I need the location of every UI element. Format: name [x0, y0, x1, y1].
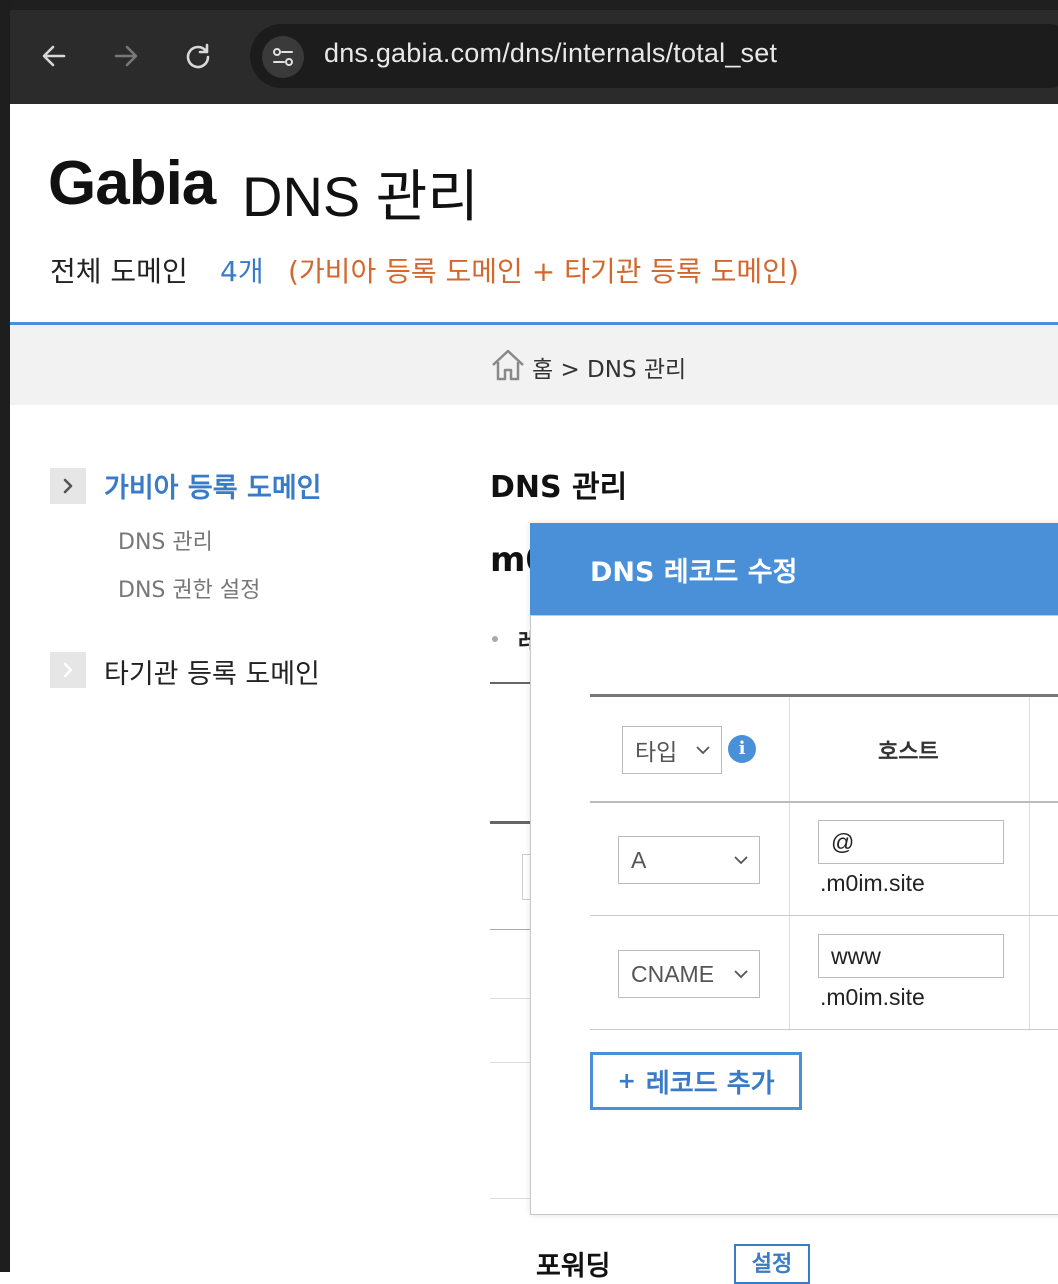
sidebar-group-other[interactable]: 타기관 등록 도메인 [104, 652, 320, 691]
table-row-divider [590, 801, 1058, 803]
table-row-divider [590, 915, 1058, 916]
add-record-label: 레코드 추가 [645, 1068, 775, 1099]
site-info-button[interactable] [262, 36, 304, 78]
type-filter-label: 타입 [635, 739, 678, 765]
arrow-left-icon [42, 45, 66, 67]
record-type-value: A [631, 846, 647, 873]
host-input[interactable]: www [818, 934, 1004, 978]
page-heading: DNS 관리 [242, 165, 479, 228]
arrow-right-icon [114, 45, 138, 67]
table-top-rule [490, 682, 530, 684]
chevron-down-icon [734, 970, 748, 979]
reload-button[interactable] [176, 34, 220, 78]
chevron-down-icon [734, 856, 748, 865]
table-row-divider [590, 1029, 1058, 1030]
forwarding-label: 포워딩 [536, 1251, 611, 1282]
table-divider [490, 998, 530, 999]
sidebar-group-gabia[interactable]: 가비아 등록 도메인 [104, 466, 322, 505]
record-type-select[interactable]: A [618, 836, 760, 884]
reload-icon [186, 43, 210, 69]
sidebar-expand-toggle-2[interactable] [50, 652, 86, 688]
total-domains-note: (가비아 등록 도메인 + 타기관 등록 도메인) [288, 255, 799, 288]
host-input-value: @ [831, 828, 855, 855]
forward-button[interactable] [104, 34, 148, 78]
column-divider [789, 697, 790, 1031]
window-left-edge [0, 0, 10, 1272]
info-icon[interactable]: i [728, 735, 756, 763]
total-domains-count: 4개 [220, 255, 264, 288]
chevron-right-icon [63, 662, 73, 678]
tune-icon [273, 48, 293, 66]
url-text[interactable]: dns.gabia.com/dns/internals/total_set [324, 38, 777, 69]
table-divider [490, 1198, 530, 1199]
table-divider [490, 1062, 530, 1063]
host-domain-suffix: .m0im.site [820, 870, 925, 896]
record-type-value: CNAME [631, 960, 715, 987]
host-input-value: www [831, 942, 881, 969]
chevron-right-icon [63, 478, 73, 494]
modal-title: DNS 레코드 수정 [590, 557, 798, 588]
host-input[interactable]: @ [818, 820, 1004, 864]
table-rule [490, 821, 530, 824]
record-table-top-rule [590, 694, 1058, 697]
total-domains-label: 전체 도메인 [50, 255, 188, 288]
forwarding-settings-button[interactable]: 설정 [734, 1244, 810, 1284]
host-column-header: 호스트 [878, 740, 939, 765]
hidden-select-edge [522, 854, 530, 900]
home-icon[interactable] [490, 348, 526, 386]
table-divider [490, 929, 530, 930]
record-type-select[interactable]: CNAME [618, 950, 760, 998]
column-divider [1029, 697, 1030, 1031]
chevron-down-icon [696, 746, 710, 755]
gabia-logo[interactable]: Gabia [48, 148, 216, 219]
sidebar-expand-toggle[interactable] [50, 468, 86, 504]
dns-record-edit-modal [530, 523, 1058, 1215]
add-record-button[interactable]: + 레코드 추가 [590, 1052, 802, 1110]
sidebar-item-dns-manage[interactable]: DNS 관리 [118, 524, 213, 556]
sidebar-item-dns-permission[interactable]: DNS 권한 설정 [118, 572, 260, 604]
plus-icon: + [617, 1068, 636, 1094]
host-domain-suffix: .m0im.site [820, 984, 925, 1010]
breadcrumb-text: 홈 > DNS 관리 [532, 357, 687, 383]
modal-header-rule [530, 615, 1058, 616]
back-button[interactable] [32, 34, 76, 78]
main-title: DNS 관리 [490, 470, 628, 505]
list-bullet [492, 636, 498, 642]
browser-tabstrip-edge [10, 0, 1058, 10]
type-filter-select[interactable]: 타입 [622, 726, 722, 774]
